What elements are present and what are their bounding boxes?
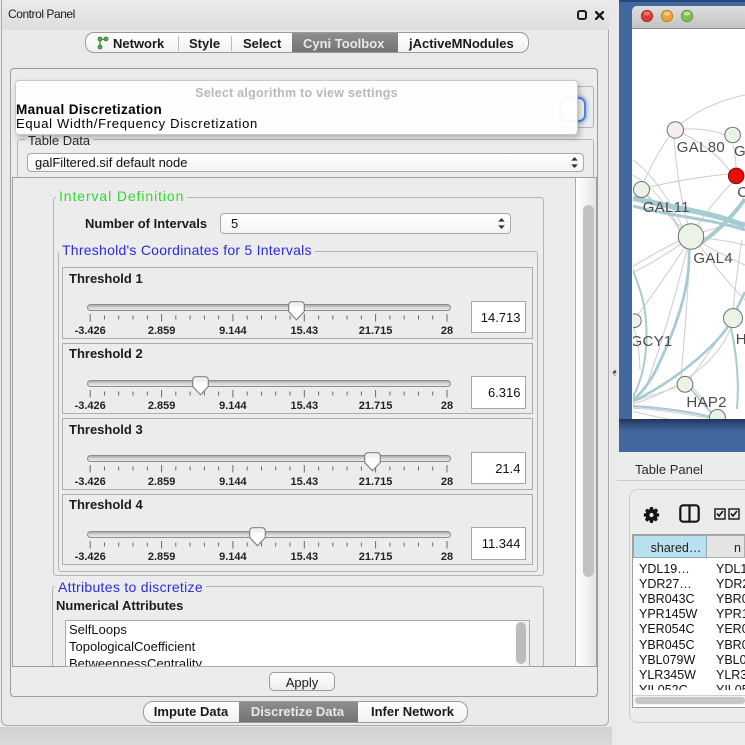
svg-text:GAL11: GAL11: [643, 199, 690, 216]
svg-text:GA: GA: [734, 143, 745, 160]
svg-text:GCY1: GCY1: [633, 333, 673, 350]
svg-text:C: C: [737, 184, 745, 201]
svg-text:H: H: [736, 331, 745, 348]
svg-text:GAL4: GAL4: [693, 250, 733, 267]
svg-text:GAL80: GAL80: [677, 139, 725, 156]
svg-text:HAP2: HAP2: [686, 394, 726, 411]
